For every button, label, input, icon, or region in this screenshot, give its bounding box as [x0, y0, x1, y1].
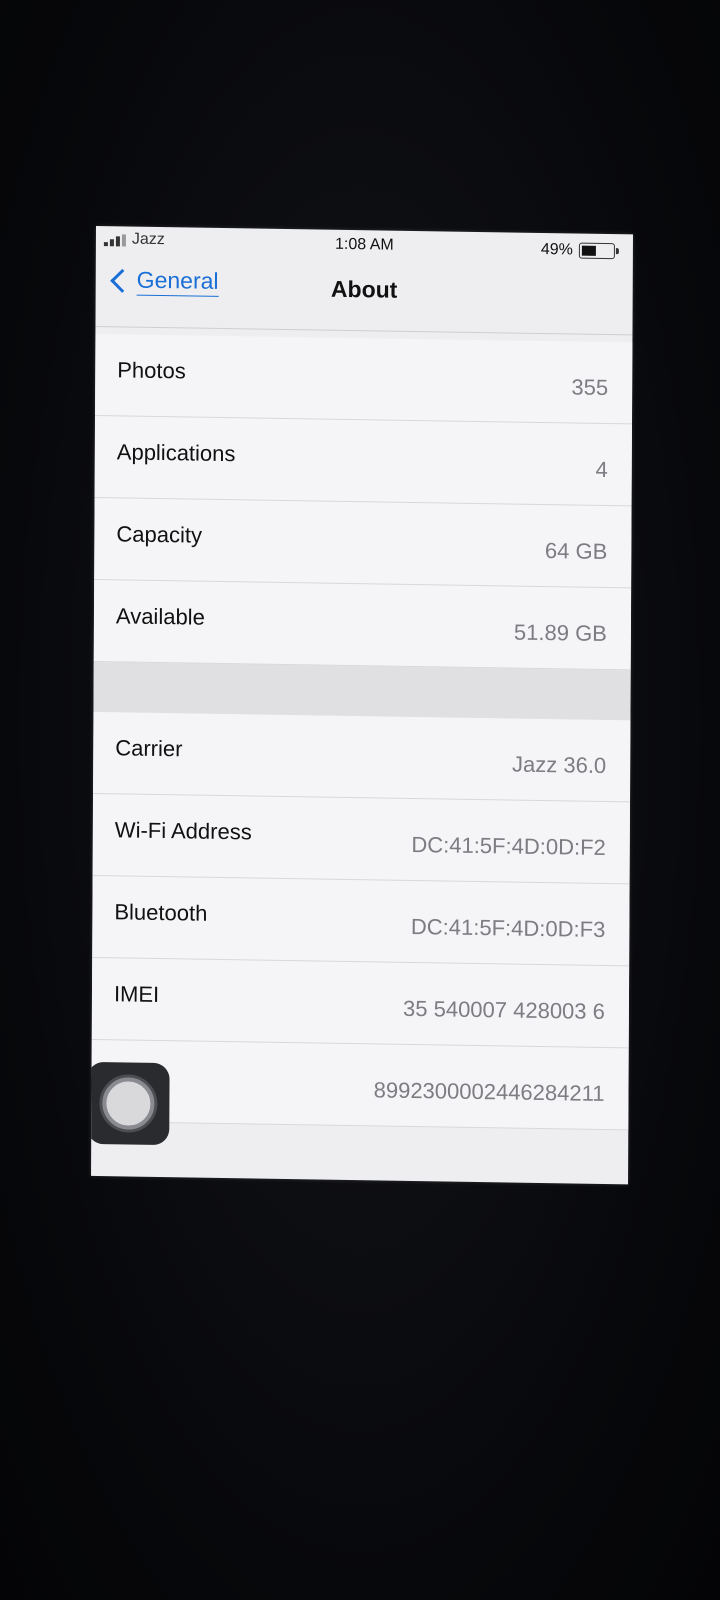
row-label: Capacity: [116, 520, 203, 548]
page-title: About: [330, 275, 398, 303]
row-wifi-address: Wi-Fi Address DC:41:5F:4D:0D:F2: [92, 793, 631, 885]
row-value: 51.89 GB: [513, 619, 607, 646]
row-carrier[interactable]: Carrier Jazz 36.0: [93, 711, 631, 803]
row-available: Available 51.89 GB: [93, 579, 632, 671]
row-capacity: Capacity 64 GB: [94, 497, 632, 589]
row-value: 64 GB: [544, 537, 608, 564]
row-imei: IMEI 35 540007 428003 6: [91, 957, 630, 1049]
row-value: DC:41:5F:4D:0D:F3: [410, 913, 606, 942]
row-label: Applications: [116, 438, 236, 466]
row-label: Carrier: [115, 734, 183, 761]
assistive-touch-button[interactable]: [91, 1061, 170, 1146]
row-label: IMEI: [113, 980, 160, 1007]
row-value: 355: [571, 373, 609, 400]
row-label: Bluetooth: [114, 898, 208, 926]
battery-fill: [581, 245, 596, 256]
row-photos: Photos 355: [95, 333, 633, 425]
row-value: Jazz 36.0: [511, 751, 607, 778]
battery-percent: 49%: [540, 240, 573, 259]
row-label: Wi-Fi Address: [114, 816, 252, 844]
battery-icon: [578, 242, 615, 260]
navigation-bar: General About: [95, 261, 633, 336]
row-iccid: 89923000024462842​11: [91, 1039, 629, 1131]
storage-group: Photos 355 Applications 4 Capacity 64 GB…: [93, 333, 633, 671]
row-label: Photos: [117, 356, 186, 383]
row-applications: Applications 4: [94, 415, 632, 507]
row-value: DC:41:5F:4D:0D:F2: [411, 831, 606, 860]
row-value: 4: [595, 456, 608, 482]
row-label: Available: [115, 602, 205, 630]
row-value: 89923000024462842​11: [373, 1076, 605, 1106]
assistive-touch-icon: [102, 1077, 155, 1130]
row-value: 35 540007 428003 6: [402, 995, 605, 1024]
phone-screen: Jazz 1:08 AM 49% General About Photos 35…: [91, 226, 633, 1185]
section-separator: [93, 661, 631, 721]
row-bluetooth: Bluetooth DC:41:5F:4D:0D:F3: [92, 875, 630, 967]
network-group: Carrier Jazz 36.0 Wi-Fi Address DC:41:5F…: [91, 711, 631, 1131]
